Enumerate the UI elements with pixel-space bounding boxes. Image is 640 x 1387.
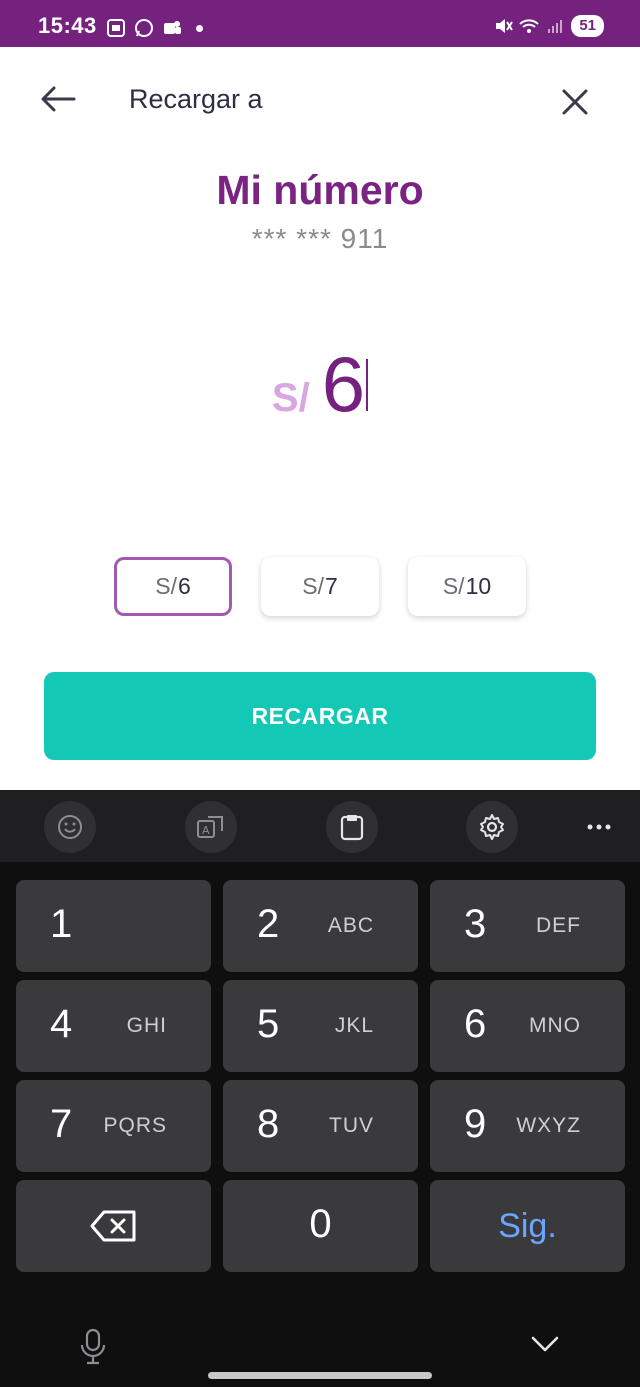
contact-number: *** *** 911 (251, 223, 389, 254)
delete-key[interactable] (16, 1180, 211, 1272)
keyboard-bottom-bar (0, 1310, 640, 1387)
key-letters: WXYZ (516, 1114, 581, 1137)
key-8[interactable]: 8 TUV (223, 1080, 418, 1172)
key-letters: GHI (126, 1014, 167, 1037)
key-digit: 3 (464, 902, 487, 946)
close-button[interactable] (556, 83, 594, 121)
teams-icon (164, 21, 181, 34)
key-2[interactable]: 2 ABC (223, 880, 418, 972)
translate-icon: A (197, 816, 223, 838)
key-digit: 0 (309, 1202, 332, 1246)
key-6[interactable]: 6 MNO (430, 980, 625, 1072)
key-digit: 9 (464, 1102, 487, 1146)
key-3[interactable]: 3 DEF (430, 880, 625, 972)
more-button[interactable] (584, 812, 614, 842)
chip-currency: S/ (442, 573, 465, 599)
screenshot-icon (107, 19, 125, 37)
amount-input[interactable]: S/ 6 (0, 339, 640, 430)
voice-input-button[interactable] (78, 1328, 108, 1371)
key-7[interactable]: 7 PQRS (16, 1080, 211, 1172)
backspace-icon (90, 1210, 135, 1242)
emoji-button[interactable] (44, 801, 96, 853)
battery-indicator: 51 (571, 15, 604, 37)
status-bar: 15:43 51 (0, 0, 640, 47)
svg-text:A: A (202, 824, 210, 837)
header-title: Recargar a (129, 84, 263, 114)
chip-value: 6 (177, 573, 191, 599)
signal-icon (548, 20, 563, 33)
system-icons: 51 (493, 15, 604, 37)
recharge-button[interactable]: RECARGAR (44, 672, 596, 760)
key-4[interactable]: 4 GHI (16, 980, 211, 1072)
close-icon (562, 89, 588, 115)
back-button[interactable] (38, 81, 78, 117)
key-9[interactable]: 9 WXYZ (430, 1080, 625, 1172)
amount-chip-6[interactable]: S/6 (114, 557, 232, 616)
key-letters: ABC (327, 914, 374, 937)
notification-dot (196, 24, 203, 32)
amount-value: 6 (321, 340, 366, 428)
key-5[interactable]: 5 JKL (223, 980, 418, 1072)
key-digit: 5 (257, 1002, 280, 1046)
key-0[interactable]: 0 (223, 1180, 418, 1272)
key-digit: 7 (50, 1102, 73, 1146)
key-digit: 2 (257, 902, 280, 946)
keyboard-toolbar: A (0, 790, 640, 862)
whatsapp-icon (135, 19, 153, 37)
key-digit: 6 (464, 1002, 487, 1046)
key-1[interactable]: 1 (16, 880, 211, 972)
wifi-icon (519, 19, 540, 33)
notification-icons (106, 18, 203, 38)
microphone-icon (80, 1328, 106, 1365)
numeric-keyboard: 1 2 ABC 3 DEF 4 GHI 5 JKL 6 MNO 7 PQRS 8… (0, 862, 640, 1387)
key-digit: 4 (50, 1002, 73, 1046)
hide-keyboard-button[interactable] (530, 1335, 560, 1358)
amount-chip-7[interactable]: S/7 (261, 557, 379, 616)
chip-value: 10 (465, 573, 492, 599)
gesture-nav-pill[interactable] (208, 1372, 432, 1379)
more-icon (587, 824, 611, 830)
key-letters: DEF (536, 914, 581, 937)
clipboard-button[interactable] (326, 801, 378, 853)
contact-name: Mi número (216, 167, 424, 213)
key-digit: 8 (257, 1102, 280, 1146)
chip-value: 7 (324, 573, 338, 599)
next-key[interactable]: Sig. (430, 1180, 625, 1272)
translate-button[interactable]: A (185, 801, 237, 853)
settings-button[interactable] (466, 801, 518, 853)
recharge-screen: Recargar a Mi número *** *** 911 S/ 6 S/… (0, 47, 640, 790)
chip-currency: S/ (302, 573, 324, 599)
settings-icon (480, 814, 504, 840)
key-letters: TUV (329, 1114, 374, 1137)
clipboard-icon (340, 815, 364, 841)
status-time: 15:43 (38, 13, 97, 38)
amount-currency: S/ (271, 376, 310, 420)
arrow-left-icon (41, 86, 76, 112)
chevron-down-icon (531, 1336, 559, 1352)
text-caret (366, 359, 369, 411)
emoji-icon (58, 815, 82, 839)
mute-icon (496, 19, 514, 33)
key-letters: MNO (529, 1014, 581, 1037)
key-letters: PQRS (103, 1114, 167, 1137)
key-digit: 1 (50, 902, 73, 946)
key-letters: JKL (334, 1014, 374, 1037)
amount-chip-10[interactable]: S/10 (408, 557, 526, 616)
chip-currency: S/ (155, 573, 177, 599)
